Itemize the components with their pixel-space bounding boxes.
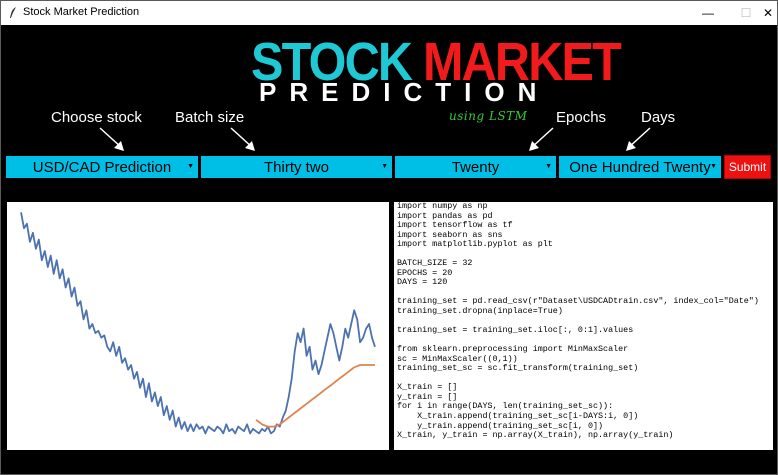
series-line-actual <box>20 212 376 435</box>
code-line: training_set = training_set.iloc[:, 0:1]… <box>397 325 634 336</box>
days-select[interactable]: One Hundred Twenty ▼ <box>559 156 721 178</box>
logo-prediction-text: PREDICTION <box>259 77 550 107</box>
code-line: import matplotlib.pyplot as plt <box>397 239 553 250</box>
arrow-down-left-icon <box>626 127 651 151</box>
main-content: STOCK MARKET PREDICTION using LSTM Choos… <box>1 25 777 474</box>
title-bar[interactable]: Stock Market Prediction — ☐ ✕ <box>1 1 777 25</box>
code-line: DAYS = 120 <box>397 277 448 288</box>
app-window: Stock Market Prediction — ☐ ✕ STOCK MARK… <box>0 0 778 475</box>
code-view[interactable]: import numpy as np import pandas as pd imp… <box>394 202 773 450</box>
code-line: X_train, y_train = np.array(X_train), np… <box>397 430 674 441</box>
choose-stock-label: Choose stock <box>51 109 142 126</box>
logo-using-lstm-text: using LSTM <box>449 109 528 123</box>
prediction-chart <box>7 202 389 450</box>
epochs-select[interactable]: Twenty ▼ <box>395 156 556 178</box>
epochs-select-value: Twenty <box>451 158 500 176</box>
dropdown-caret-icon: ▼ <box>710 163 717 170</box>
arrow-down-right-icon <box>99 127 124 151</box>
stock-select-value: USD/CAD Prediction <box>32 158 172 176</box>
close-button[interactable]: ✕ <box>745 1 777 25</box>
arrow-down-right-icon <box>230 127 255 151</box>
batch-size-select-value: Thirty two <box>263 158 329 176</box>
dropdown-caret-icon: ▼ <box>545 163 552 170</box>
series-line-predicted <box>255 364 375 428</box>
stock-select[interactable]: USD/CAD Prediction ▼ <box>6 156 198 178</box>
days-label: Days <box>641 109 676 126</box>
days-select-value: One Hundred Twenty <box>569 158 711 176</box>
chart-canvas <box>20 212 376 435</box>
code-line: training_set.dropna(inplace=True) <box>397 306 563 317</box>
submit-button[interactable]: Submit <box>724 155 771 179</box>
arrow-down-left-icon <box>529 127 554 151</box>
batch-size-label: Batch size <box>175 109 245 126</box>
dropdown-caret-icon: ▼ <box>187 163 194 170</box>
epochs-label: Epochs <box>556 109 607 126</box>
code-line: EPOCHS = 20 <box>397 267 453 278</box>
batch-size-select[interactable]: Thirty two ▼ <box>201 156 392 178</box>
dropdown-caret-icon: ▼ <box>381 163 388 170</box>
feather-icon <box>10 7 16 18</box>
window-title: Stock Market Prediction <box>23 6 140 18</box>
code-line: training_set_sc = sc.fit_transform(train… <box>397 363 639 374</box>
